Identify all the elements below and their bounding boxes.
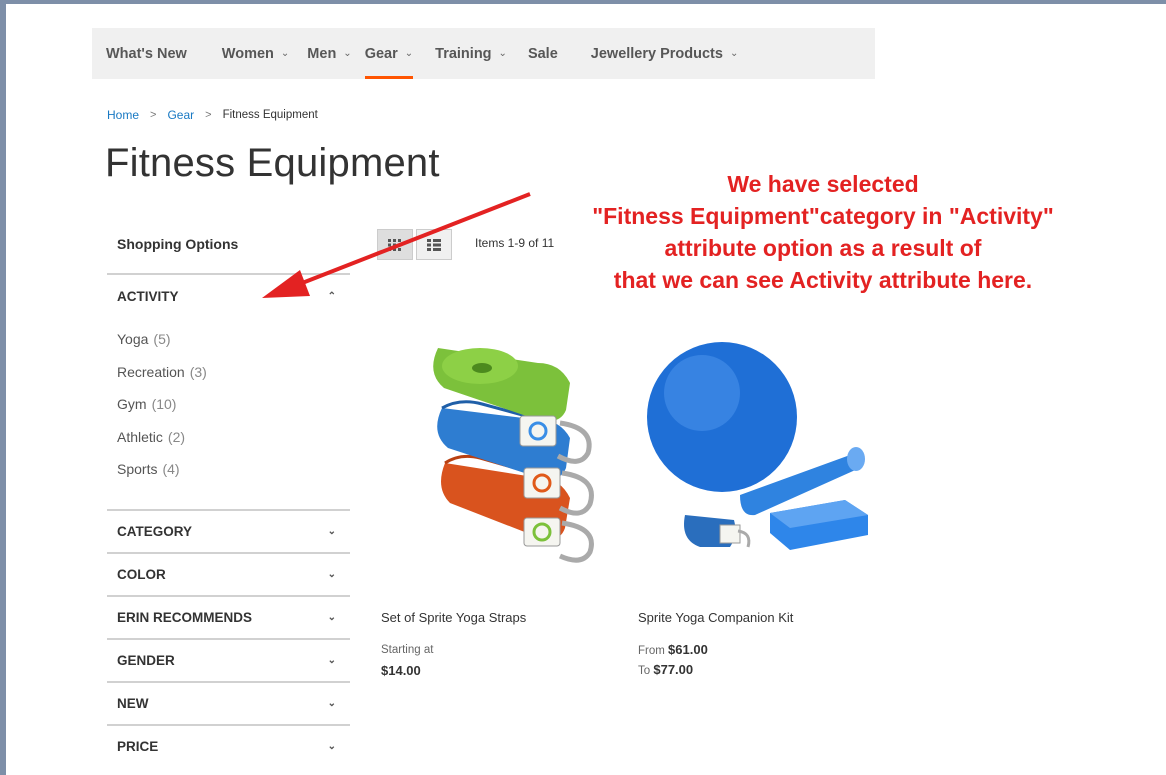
option-label: Recreation	[117, 363, 185, 380]
nav-item-label: Jewellery Products	[590, 45, 723, 62]
annotation-line: attribute option as a result of	[664, 235, 982, 261]
chevron-down-icon: ⌄	[327, 740, 336, 752]
nav-item-label: Training	[435, 45, 492, 62]
chevron-up-icon: ⌃	[327, 290, 336, 302]
chevron-down-icon: ⌄	[343, 48, 352, 59]
option-count: (3)	[189, 363, 207, 380]
breadcrumb-current: Fitness Equipment	[222, 109, 318, 121]
breadcrumb-separator: >	[150, 109, 157, 121]
breadcrumb-home-link[interactable]: Home	[107, 108, 139, 122]
chevron-down-icon: ⌄	[327, 654, 336, 666]
nav-item-label: What's New	[106, 45, 187, 62]
option-label: Sports	[117, 461, 158, 477]
shopping-options-heading: Shopping Options	[117, 236, 239, 252]
filter-color-toggle[interactable]: COLOR ⌄	[107, 554, 350, 594]
chevron-down-icon: ⌄	[280, 48, 290, 59]
chevron-down-icon: ⌄	[327, 525, 336, 537]
annotation-line: that we can see Activity attribute here.	[613, 267, 1033, 293]
annotation-text: We have selected "Fitness Equipment"cate…	[520, 168, 1126, 296]
filter-title: ACTIVITY	[117, 288, 179, 304]
product-price: $14.00	[381, 663, 421, 678]
option-label: Athletic	[117, 428, 163, 445]
chevron-down-icon: ⌄	[404, 48, 414, 59]
product-image-yoga-straps[interactable]	[420, 328, 620, 568]
breadcrumb-separator: >	[205, 109, 212, 121]
product-name-link[interactable]: Sprite Yoga Companion Kit	[638, 610, 793, 625]
nav-item-gear[interactable]: Gear ⌄	[364, 28, 414, 79]
filter-option-yoga[interactable]: Yoga (5)	[117, 329, 207, 362]
list-view-button[interactable]	[416, 229, 452, 260]
option-count: (2)	[167, 428, 186, 445]
nav-item-label: Sale	[527, 45, 558, 62]
filter-title: NEW	[117, 695, 149, 711]
filter-title: GENDER	[117, 652, 175, 668]
annotation-line: We have selected	[727, 171, 919, 197]
nav-item-women[interactable]: Women ⌄	[222, 28, 290, 79]
chevron-down-icon: ⌄	[327, 611, 336, 623]
filter-erin-recommends-toggle[interactable]: ERIN RECOMMENDS ⌄	[107, 597, 350, 637]
grid-icon	[388, 238, 401, 251]
filter-option-recreation[interactable]: Recreation (3)	[117, 362, 207, 395]
nav-item-men[interactable]: Men ⌄	[307, 28, 351, 79]
activity-options: Yoga (5) Recreation (3) Gym (10) Athletic (2…	[117, 329, 207, 492]
filter-title: CATEGORY	[117, 523, 193, 539]
nav-item-whats-new[interactable]: What's New	[106, 28, 187, 79]
filter-title: PRICE	[117, 738, 159, 754]
filter-category-toggle[interactable]: CATEGORY ⌄	[107, 511, 350, 551]
filter-option-athletic[interactable]: Athletic (2)	[117, 427, 207, 460]
divider	[107, 273, 350, 275]
nav-item-label: Gear	[364, 45, 398, 62]
chevron-down-icon: ⌄	[498, 48, 507, 59]
price-from-label: From	[638, 645, 665, 657]
option-count: (10)	[151, 396, 177, 412]
nav-item-jewellery-products[interactable]: Jewellery Products ⌄	[591, 28, 739, 79]
filter-title: ERIN RECOMMENDS	[117, 609, 253, 625]
product-image-yoga-companion-kit[interactable]	[640, 335, 875, 565]
price-label: Starting at	[381, 644, 434, 656]
page-title: Fitness Equipment	[105, 141, 440, 185]
breadcrumb-gear-link[interactable]: Gear	[167, 108, 194, 122]
option-count: (5)	[153, 331, 171, 347]
chevron-down-icon: ⌄	[327, 568, 336, 580]
list-icon	[427, 238, 441, 251]
price-from-value: $61.00	[668, 642, 708, 657]
filter-title: COLOR	[117, 566, 166, 582]
price-from: From $61.00	[638, 642, 708, 657]
filter-gender-toggle[interactable]: GENDER ⌄	[107, 640, 350, 680]
nav-item-sale[interactable]: Sale	[528, 28, 558, 79]
option-label: Gym	[117, 396, 147, 412]
top-navigation: What's New Women ⌄ Men ⌄ Gear ⌄ Training…	[92, 28, 875, 79]
chevron-down-icon: ⌄	[327, 697, 336, 709]
product-name-link[interactable]: Set of Sprite Yoga Straps	[381, 610, 526, 625]
price-to-value: $77.00	[653, 662, 694, 677]
filter-option-sports[interactable]: Sports (4)	[117, 459, 207, 492]
filter-activity-toggle[interactable]: ACTIVITY ⌃	[107, 276, 350, 316]
grid-view-button[interactable]	[377, 229, 413, 260]
nav-item-label: Men	[307, 45, 337, 62]
nav-item-training[interactable]: Training ⌄	[435, 28, 507, 79]
filter-option-gym[interactable]: Gym (10)	[117, 394, 207, 427]
filter-price-toggle[interactable]: PRICE ⌄	[107, 726, 350, 766]
option-count: (4)	[162, 461, 180, 477]
chevron-down-icon: ⌄	[729, 48, 739, 59]
nav-item-label: Women	[221, 45, 274, 62]
option-label: Yoga	[117, 331, 149, 347]
price-to: To $77.00	[638, 662, 693, 677]
breadcrumb: Home > Gear > Fitness Equipment	[107, 108, 318, 122]
filter-new-toggle[interactable]: NEW ⌄	[107, 683, 350, 723]
annotation-line: "Fitness Equipment"category in "Activity…	[592, 203, 1054, 229]
price-to-label: To	[638, 665, 651, 677]
